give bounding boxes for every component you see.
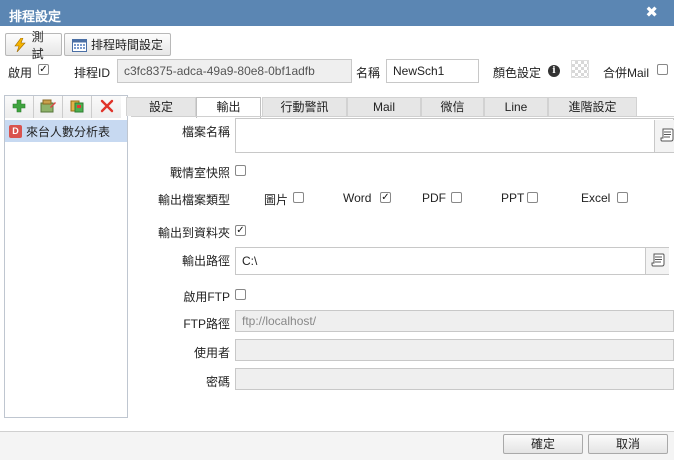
output-path-input[interactable]: C:\ [235, 247, 669, 275]
schedule-id-label: 排程ID [74, 66, 111, 80]
ok-button[interactable]: 確定 [503, 434, 583, 454]
edit-icon [40, 99, 56, 116]
delete-button[interactable] [92, 96, 121, 118]
file-name-picker-button[interactable] [654, 120, 674, 152]
user-label: 使用者 [193, 346, 230, 360]
schedule-time-button[interactable]: 排程時間設定 [64, 33, 171, 56]
edit-button[interactable] [34, 96, 63, 118]
output-path-picker-button[interactable] [645, 248, 669, 274]
merge-mail-checkbox[interactable] [657, 64, 668, 75]
report-list-item[interactable]: D 來台人數分析表 [5, 120, 127, 142]
delete-icon [100, 99, 114, 116]
test-button-label: 測試 [31, 29, 44, 61]
script-icon [660, 128, 674, 145]
info-icon[interactable]: i [548, 65, 560, 77]
output-path-label: 輸出路徑 [181, 254, 230, 268]
output-type-word-label: Word [343, 191, 372, 205]
tab-settings[interactable]: 設定 [126, 97, 196, 116]
tab-wechat[interactable]: 微信 [421, 97, 484, 116]
output-type-ppt-checkbox[interactable] [527, 192, 538, 203]
output-to-folder-label: 輸出到資料夾 [157, 226, 230, 240]
copy-button[interactable] [63, 96, 92, 118]
file-name-label: 檔案名稱 [181, 125, 230, 139]
user-input[interactable] [235, 339, 674, 361]
output-type-word-checkbox[interactable]: ✓ [380, 192, 391, 203]
output-type-ppt-label: PPT [501, 191, 525, 205]
add-button[interactable] [5, 96, 34, 118]
tab-mail[interactable]: Mail [347, 97, 421, 116]
enable-ftp-checkbox[interactable] [235, 289, 246, 300]
add-icon [12, 99, 26, 116]
output-type-excel-checkbox[interactable] [617, 192, 628, 203]
name-field[interactable]: NewSch1 [386, 59, 479, 83]
report-list-panel [4, 95, 128, 418]
war-room-snapshot-checkbox[interactable] [235, 165, 246, 176]
title-bar[interactable]: 排程設定 ✖ [0, 0, 674, 26]
close-icon[interactable]: ✖ [645, 3, 658, 21]
enable-checkbox[interactable]: ✓ [38, 64, 49, 75]
war-room-snapshot-label: 戰情室快照 [169, 166, 230, 180]
calendar-icon [71, 37, 87, 53]
output-type-image-label: 圖片 [264, 193, 289, 207]
enable-ftp-label: 啟用FTP [183, 290, 230, 304]
tab-mobile-alert[interactable]: 行動警訊 [262, 97, 347, 116]
merge-mail-label: 合併Mail [603, 66, 650, 80]
copy-icon [70, 99, 84, 116]
password-label: 密碼 [205, 375, 230, 389]
tab-advanced[interactable]: 進階設定 [548, 97, 637, 116]
test-button[interactable]: 測試 [5, 30, 62, 61]
ftp-path-label: FTP路徑 [183, 317, 230, 331]
report-type-badge: D [9, 124, 22, 138]
schedule-settings-dialog: 排程設定 ✖ 測試 排程時間設定 啟用 ✓ 排程ID c3fc8375-adca… [0, 0, 674, 460]
output-type-excel-label: Excel [581, 191, 611, 205]
tab-output[interactable]: 輸出 [196, 97, 261, 118]
output-to-folder-checkbox[interactable]: ✓ [235, 225, 246, 236]
color-picker-swatch[interactable] [571, 60, 589, 78]
lightning-icon [12, 37, 28, 53]
output-type-pdf-label: PDF [422, 191, 446, 205]
name-label: 名稱 [356, 66, 381, 80]
report-list-toolbar [5, 96, 127, 118]
cancel-button[interactable]: 取消 [588, 434, 668, 454]
schedule-time-button-label: 排程時間設定 [91, 38, 164, 52]
dialog-title: 排程設定 [9, 9, 62, 24]
tab-line[interactable]: Line [484, 97, 548, 116]
output-type-pdf-checkbox[interactable] [451, 192, 462, 203]
file-name-input[interactable] [235, 118, 674, 153]
report-list-item-label: 來台人數分析表 [26, 124, 111, 139]
password-input[interactable] [235, 368, 674, 390]
enable-label: 啟用 [8, 66, 33, 80]
output-type-image-checkbox[interactable] [293, 192, 304, 203]
script-icon [651, 253, 665, 270]
color-setting-label: 顏色設定 [493, 66, 542, 80]
tab-strip-divider [131, 116, 674, 117]
schedule-id-field[interactable]: c3fc8375-adca-49a9-80e8-0bf1adfb [117, 59, 352, 83]
ftp-path-input[interactable]: ftp://localhost/ [235, 310, 674, 332]
output-type-label: 輸出檔案類型 [157, 193, 230, 207]
